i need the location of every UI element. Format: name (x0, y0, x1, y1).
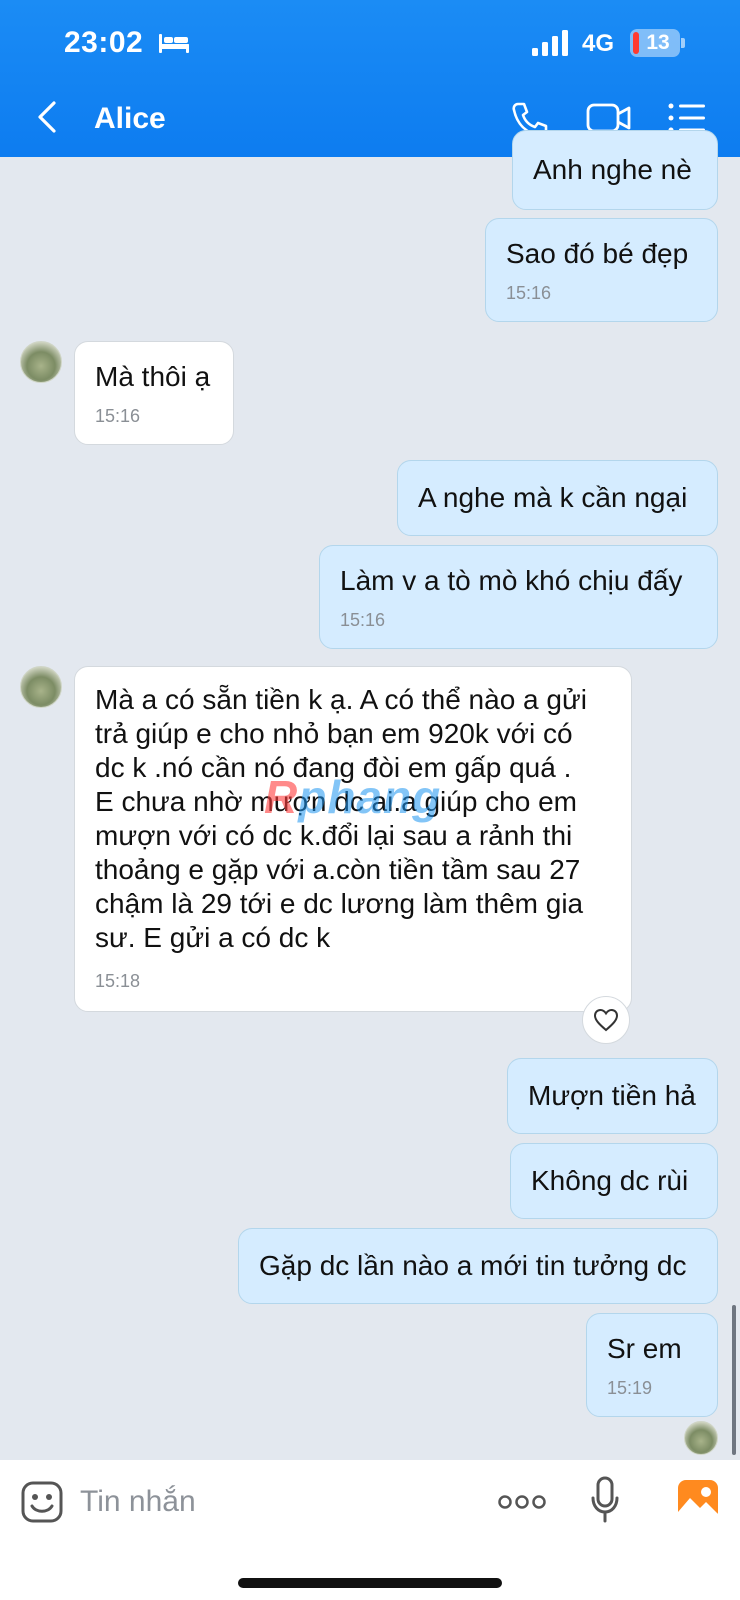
gallery-icon[interactable] (676, 1478, 720, 1522)
message-text: A nghe mà k cần ngại (418, 482, 688, 513)
message-time: 15:16 (340, 610, 386, 630)
bed-icon (159, 34, 189, 53)
message-line: Mà a có sẵn tiền k ạ. A có thể nào a gửi (95, 684, 587, 715)
message-line: chậm là 29 tới e dc lương làm thêm gia (95, 888, 584, 919)
react-heart-button[interactable] (582, 996, 630, 1044)
back-icon[interactable] (34, 100, 62, 134)
message-bubble-incoming[interactable]: Mà a có sẵn tiền k ạ. A có thể nào a gửi… (74, 666, 632, 1012)
avatar[interactable] (20, 341, 62, 383)
heart-icon (593, 1008, 619, 1032)
status-time: 23:02 (64, 26, 144, 59)
message-time: 15:18 (95, 971, 141, 991)
message-text: Không dc rùi (531, 1165, 689, 1196)
network-label: 4G (582, 30, 615, 57)
message-time: 15:19 (607, 1378, 653, 1398)
message-bubble-outgoing[interactable]: Anh nghe nè (512, 130, 718, 210)
message-text: Mà thôi ạ (95, 361, 211, 392)
avatar[interactable] (20, 666, 62, 708)
message-line: trả giúp e cho nhỏ bạn em 920k với có (95, 718, 573, 749)
message-text: Làm v a tò mò khó chịu đấy (340, 565, 683, 596)
message-line: sư. E gửi a có dc k (95, 922, 331, 953)
message-text: Mượn tiền hả (528, 1080, 696, 1111)
more-icon[interactable] (498, 1494, 546, 1510)
seen-avatar (684, 1421, 718, 1455)
message-text: Sr em (607, 1333, 682, 1364)
message-line: E chưa nhờ mượn dc ai.a giúp cho em (95, 786, 578, 817)
message-bubble-outgoing[interactable]: Sao đó bé đẹp 15:16 (485, 218, 718, 322)
message-text: Anh nghe nè (533, 154, 692, 185)
emoji-icon[interactable] (20, 1480, 64, 1524)
message-bubble-outgoing[interactable]: Sr em 15:19 (586, 1313, 718, 1417)
message-bubble-outgoing[interactable]: Làm v a tò mò khó chịu đấy 15:16 (319, 545, 718, 649)
message-bubble-outgoing[interactable]: Không dc rùi (510, 1143, 718, 1219)
chat-title[interactable]: Alice (94, 102, 166, 136)
message-time: 15:16 (506, 283, 552, 303)
message-time: 15:16 (95, 406, 141, 426)
message-bubble-incoming[interactable]: Mà thôi ạ 15:16 (74, 341, 234, 445)
message-input[interactable] (80, 1480, 460, 1524)
mic-icon[interactable] (590, 1476, 620, 1524)
scrollbar[interactable] (732, 1305, 736, 1455)
message-line: thoảng e gặp với a.còn tiền tầm sau 27 (95, 854, 581, 885)
message-bubble-outgoing[interactable]: Gặp dc lần nào a mới tin tưởng dc (238, 1228, 718, 1304)
battery-level: 13 (646, 31, 670, 54)
message-line: mượn với có dc k.đổi lại sau a rảnh thi (95, 820, 573, 851)
message-text: Sao đó bé đẹp (506, 238, 689, 269)
home-indicator (238, 1578, 502, 1588)
signal-icon (532, 30, 568, 56)
message-line: dc k .nó cần nó đang đòi em gấp quá . (95, 752, 572, 783)
message-bubble-outgoing[interactable]: A nghe mà k cần ngại (397, 460, 718, 536)
message-text: Gặp dc lần nào a mới tin tưởng dc (259, 1250, 687, 1281)
battery-icon: 13 (630, 29, 685, 57)
message-bubble-outgoing[interactable]: Mượn tiền hả (507, 1058, 718, 1134)
